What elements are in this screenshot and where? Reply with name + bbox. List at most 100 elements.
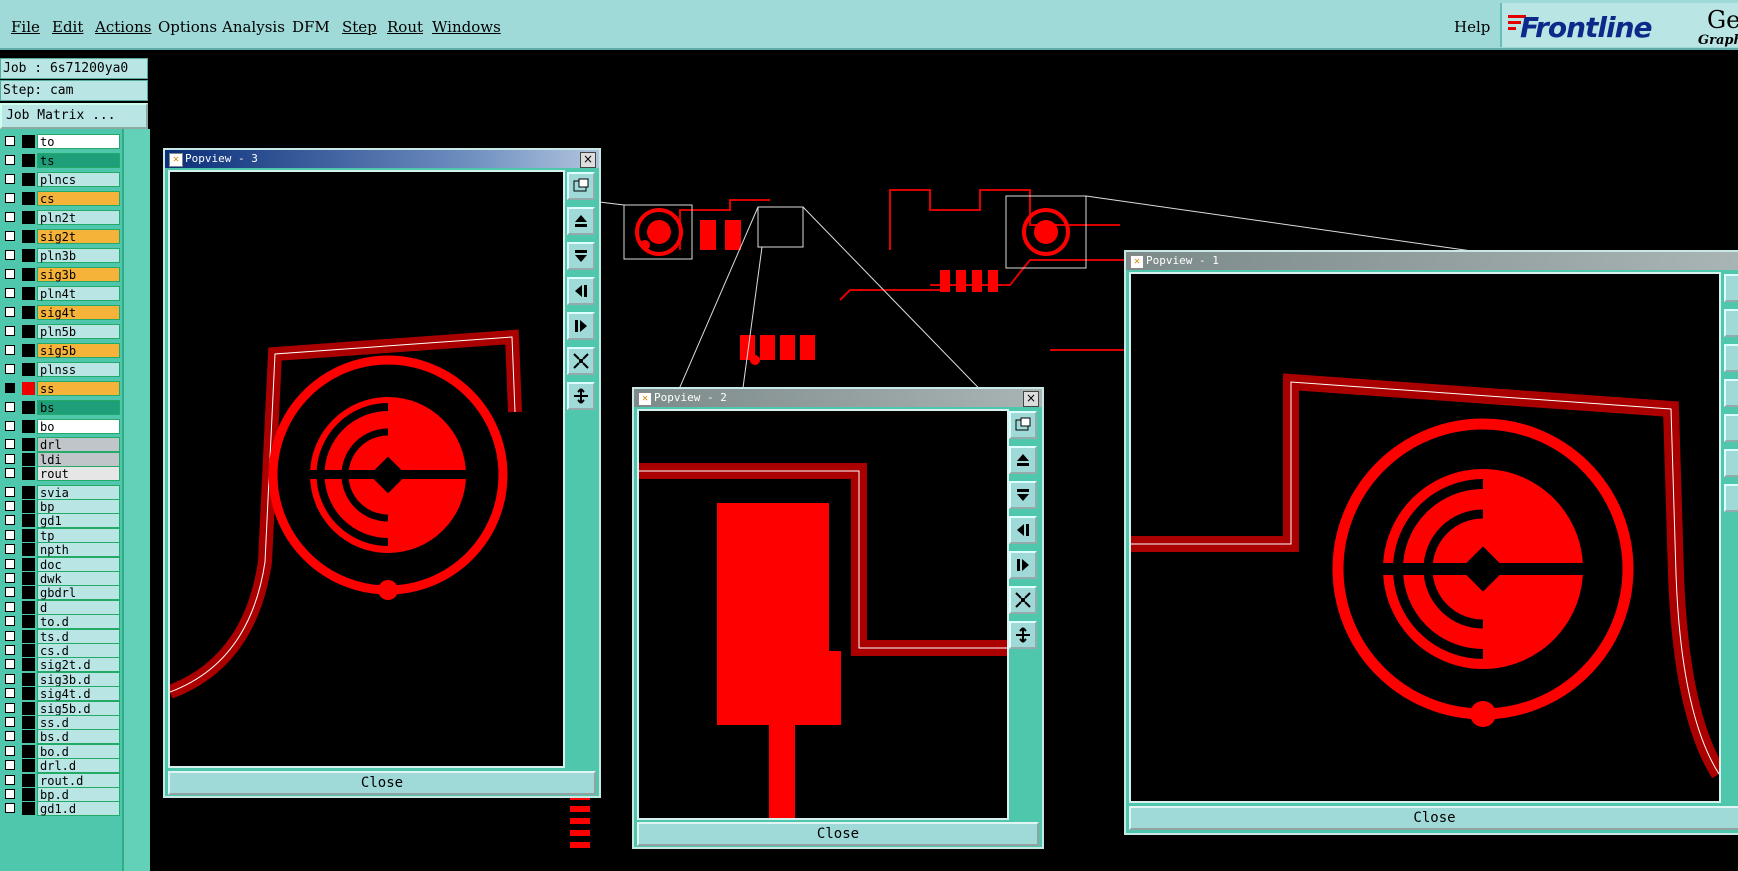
layer-color-swatch[interactable]: [22, 230, 35, 243]
layer-color-swatch[interactable]: [22, 514, 35, 528]
layer-row[interactable]: bs: [0, 400, 124, 415]
layer-color-swatch[interactable]: [22, 154, 35, 167]
layer-row[interactable]: rout: [0, 466, 124, 482]
layer-name[interactable]: ss.d: [37, 715, 120, 730]
layer-name[interactable]: plnss: [37, 362, 120, 377]
layer-name[interactable]: tp: [37, 527, 120, 543]
layer-checkbox[interactable]: [5, 645, 15, 655]
layer-checkbox[interactable]: [5, 774, 15, 785]
layer-color-swatch[interactable]: [22, 658, 35, 672]
layer-row[interactable]: plncs: [0, 172, 124, 187]
popview-1-titlebar[interactable]: ✕ Popview - 1: [1126, 252, 1738, 270]
layer-row[interactable]: drl.d: [0, 758, 124, 774]
layer-name[interactable]: svia: [37, 484, 120, 500]
layer-checkbox[interactable]: [5, 544, 15, 555]
layer-name[interactable]: bs.d: [37, 729, 120, 745]
menu-dfm[interactable]: DFM: [292, 18, 330, 36]
layer-row[interactable]: d: [0, 599, 124, 615]
layer-row[interactable]: ss.d: [0, 715, 124, 730]
layer-color-swatch[interactable]: [22, 306, 35, 319]
layer-color-swatch[interactable]: [22, 287, 35, 300]
layer-color-swatch[interactable]: [22, 802, 35, 816]
layer-name[interactable]: d: [37, 599, 120, 615]
popview-3-titlebar[interactable]: ✕ Popview - 3 ×: [165, 150, 599, 168]
popview-1-view[interactable]: [1129, 272, 1721, 803]
menu-analysis[interactable]: Analysis: [222, 18, 285, 36]
layer-checkbox[interactable]: [5, 731, 15, 742]
pan-left-icon[interactable]: [1724, 379, 1738, 407]
layer-row[interactable]: sig3b.d: [0, 671, 124, 687]
layer-name[interactable]: gbdrl: [37, 585, 120, 601]
layer-row[interactable]: bp.d: [0, 787, 124, 802]
menu-rout[interactable]: Rout: [387, 18, 423, 36]
layer-row[interactable]: tp: [0, 527, 124, 543]
layer-checkbox[interactable]: [5, 659, 15, 670]
layer-color-swatch[interactable]: [22, 687, 35, 701]
zoom-in-icon[interactable]: [1724, 449, 1738, 477]
pan-up-icon[interactable]: [567, 207, 595, 235]
menu-edit[interactable]: Edit: [52, 18, 83, 36]
layer-name[interactable]: dwk: [37, 571, 120, 586]
layer-checkbox[interactable]: [5, 231, 15, 241]
layer-row[interactable]: gd1: [0, 513, 124, 529]
layer-color-swatch[interactable]: [22, 135, 35, 148]
layer-row[interactable]: to.d: [0, 614, 124, 630]
layer-color-swatch[interactable]: [22, 557, 35, 571]
layer-name[interactable]: bo: [37, 419, 120, 434]
menu-step[interactable]: Step: [342, 18, 377, 36]
layer-row[interactable]: plnss: [0, 362, 124, 377]
layer-row[interactable]: bo: [0, 419, 124, 434]
layer-color-swatch[interactable]: [22, 586, 35, 600]
layer-checkbox[interactable]: [5, 345, 15, 355]
zoom-in-icon[interactable]: [567, 347, 595, 375]
layer-checkbox[interactable]: [5, 630, 15, 641]
pan-down-icon[interactable]: [1009, 481, 1037, 509]
close-icon[interactable]: ×: [1023, 391, 1039, 407]
layer-row[interactable]: sig4t: [0, 305, 124, 320]
layer-checkbox[interactable]: [5, 616, 15, 627]
layer-name[interactable]: pln5b: [37, 324, 120, 339]
layer-checkbox[interactable]: [5, 212, 15, 222]
layer-checkbox[interactable]: [5, 193, 15, 203]
popview-3-view[interactable]: [168, 170, 565, 768]
layer-name[interactable]: sig2t.d: [37, 657, 120, 673]
layer-name[interactable]: rout: [37, 466, 120, 482]
layer-color-swatch[interactable]: [22, 744, 35, 758]
layer-checkbox[interactable]: [5, 250, 15, 260]
pan-right-icon[interactable]: [1009, 551, 1037, 579]
layer-checkbox[interactable]: [5, 307, 15, 317]
layer-name[interactable]: sig4t: [37, 305, 120, 320]
layer-checkbox[interactable]: [5, 789, 15, 799]
layer-checkbox[interactable]: [5, 288, 15, 298]
layer-row[interactable]: bo.d: [0, 743, 124, 759]
layer-color-swatch[interactable]: [22, 788, 35, 801]
layer-checkbox[interactable]: [5, 745, 15, 756]
pan-down-icon[interactable]: [567, 242, 595, 270]
layer-name[interactable]: npth: [37, 542, 120, 558]
layer-color-swatch[interactable]: [22, 759, 35, 773]
layer-row[interactable]: cs: [0, 191, 124, 206]
layer-checkbox[interactable]: [5, 269, 15, 279]
layer-checkbox[interactable]: [5, 501, 15, 511]
layer-checkbox[interactable]: [5, 155, 15, 165]
layer-color-swatch[interactable]: [22, 325, 35, 338]
layer-color-swatch[interactable]: [22, 249, 35, 262]
layer-checkbox[interactable]: [5, 383, 15, 393]
popview-1-close-button[interactable]: Close: [1129, 806, 1738, 830]
layer-name[interactable]: sig3b: [37, 267, 120, 282]
layer-color-swatch[interactable]: [22, 401, 35, 414]
layer-color-swatch[interactable]: [22, 268, 35, 281]
layer-checkbox[interactable]: [5, 439, 15, 450]
layer-color-swatch[interactable]: [22, 572, 35, 585]
layer-row[interactable]: sig4t.d: [0, 686, 124, 702]
layer-row[interactable]: svia: [0, 484, 124, 500]
layer-checkbox[interactable]: [5, 529, 15, 540]
layer-name[interactable]: rout.d: [37, 772, 120, 788]
layer-row[interactable]: sig2t: [0, 229, 124, 244]
zoom-in-icon[interactable]: [1009, 586, 1037, 614]
layer-row[interactable]: npth: [0, 542, 124, 558]
layer-checkbox[interactable]: [5, 601, 15, 612]
layer-row[interactable]: pln4t: [0, 286, 124, 301]
layer-color-swatch[interactable]: [22, 467, 35, 481]
layer-checkbox[interactable]: [5, 136, 15, 146]
